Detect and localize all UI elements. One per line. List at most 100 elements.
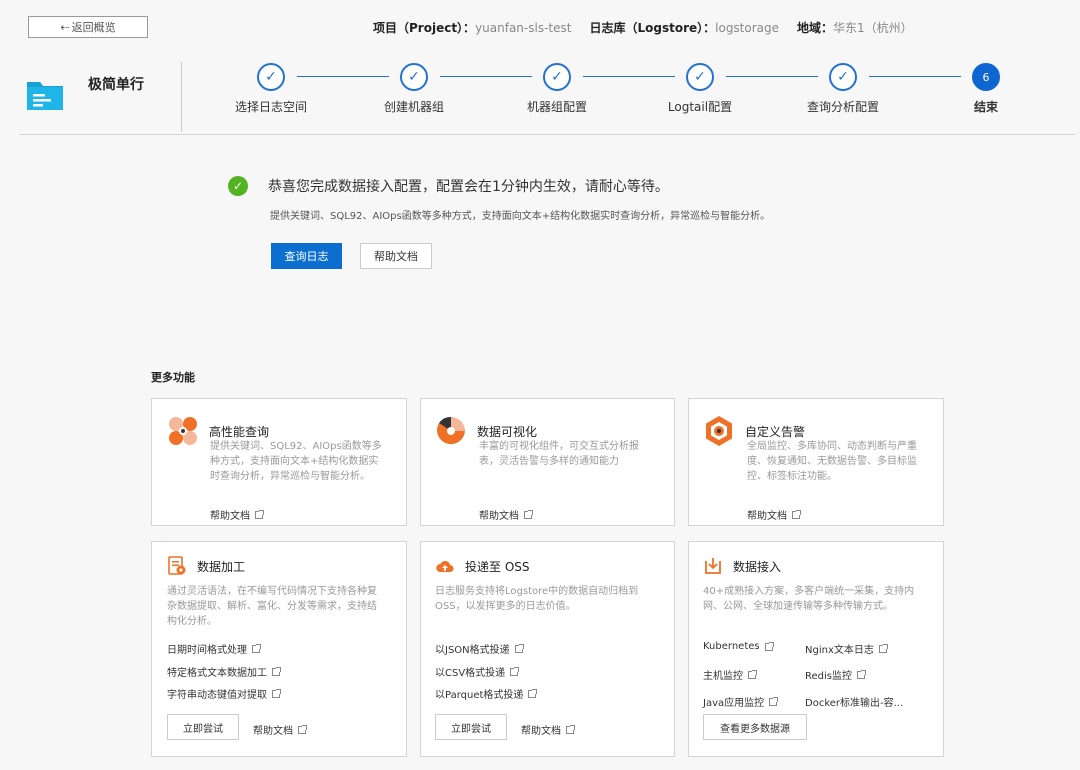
- download-icon: [703, 556, 723, 576]
- link-label: 帮助文档: [747, 511, 787, 522]
- card-link[interactable]: 以Parquet格式投递: [435, 686, 538, 701]
- card-title: 投递至 OSS: [465, 559, 530, 574]
- source-link-java[interactable]: Java应用监控: [703, 694, 779, 709]
- step-label: 选择日志空间: [234, 100, 307, 114]
- card-title: 数据接入: [733, 559, 782, 574]
- brand: 极简单行: [26, 74, 144, 112]
- link-label: 帮助文档: [210, 511, 250, 522]
- card-link[interactable]: 字符串动态键值对提取: [167, 686, 281, 701]
- query-icon: [167, 415, 199, 447]
- check-icon: ✓: [543, 63, 571, 91]
- link-label: 字符串动态键值对提取: [167, 690, 267, 701]
- card-title: 数据可视化: [477, 424, 538, 439]
- desc-line: 表，灵活告警与多样的通知能力: [479, 456, 619, 467]
- desc-line: 日志服务支持将Logstore中的数据自动归档到: [435, 586, 639, 597]
- external-link-icon: [764, 641, 774, 651]
- more-sources-button[interactable]: 查看更多数据源: [703, 714, 807, 740]
- card-deliver-oss: 投递至 OSS 日志服务支持将Logstore中的数据自动归档到 OSS，以发挥…: [420, 541, 675, 757]
- source-link-redis[interactable]: Redis监控: [805, 667, 866, 682]
- step-2: ✓ 创建机器组: [354, 63, 474, 115]
- desc-line: 种方式，支持面向文本+结构化数据实: [210, 456, 379, 467]
- card-head: 数据加工: [167, 556, 245, 576]
- external-link-icon: [514, 643, 524, 653]
- logstore-value: logstorage: [715, 21, 780, 35]
- logstore-key: 日志库（Logstore）：: [589, 21, 716, 35]
- card-link[interactable]: 特定格式文本数据加工: [167, 664, 281, 679]
- try-now-button[interactable]: 立即尝试: [435, 714, 507, 740]
- card-data-ingestion: 数据接入 40+成熟接入方案，多客户端统一采集，支持内 网、公网、全球加速传输等…: [688, 541, 944, 757]
- help-docs-link[interactable]: 帮助文档: [479, 507, 533, 522]
- desc-line: 度、恢复通知、无数据告警、多目标监: [747, 456, 917, 467]
- link-label: Java应用监控: [703, 698, 765, 709]
- step-6: 6 结束: [926, 63, 1046, 115]
- link-label: 帮助文档: [253, 726, 293, 737]
- step-1: ✓ 选择日志空间: [211, 63, 331, 115]
- card-description: 提供关键词、SQL92、AIOps函数等多 种方式，支持面向文本+结构化数据实 …: [210, 439, 382, 484]
- external-link-icon: [524, 509, 533, 519]
- card-data-processing: 数据加工 通过灵活语法，在不编写代码情况下支持各种复 杂数据提取、解析、富化、分…: [151, 541, 407, 757]
- success-title: 恭喜您完成数据接入配置，配置会在1分钟内生效，请耐心等待。: [268, 179, 669, 195]
- success-subtitle: 提供关键词、SQL92、AIOps函数等多种方式，支持面向文本+结构化数据实时查…: [270, 211, 771, 222]
- success-check-icon: ✓: [228, 176, 248, 196]
- step-4: ✓ Logtail配置: [640, 63, 760, 115]
- alert-icon: [703, 415, 735, 447]
- external-link-icon: [272, 666, 281, 676]
- query-logs-button[interactable]: 查询日志: [271, 243, 342, 269]
- desc-line: 全局监控、多库协同、动态判断与严重: [747, 441, 917, 452]
- check-icon: ✓: [257, 63, 285, 91]
- card-link[interactable]: 以CSV格式投递: [435, 664, 520, 679]
- more-features-title: 更多功能: [151, 371, 195, 384]
- link-label: 帮助文档: [479, 511, 519, 522]
- source-link-kubernetes[interactable]: Kubernetes: [703, 641, 774, 652]
- card-high-performance-query: 高性能查询 提供关键词、SQL92、AIOps函数等多 种方式，支持面向文本+结…: [151, 398, 407, 526]
- step-label: 结束: [973, 100, 998, 114]
- help-docs-link[interactable]: 帮助文档: [521, 722, 575, 737]
- card-custom-alert: 自定义告警 全局监控、多库协同、动态判断与严重 度、恢复通知、无数据告警、多目标…: [688, 398, 944, 526]
- card-description: 全局监控、多库协同、动态判断与严重 度、恢复通知、无数据告警、多目标监 控、标签…: [747, 439, 917, 484]
- external-link-icon: [510, 666, 520, 676]
- project-key: 项目（Project）：: [373, 21, 476, 35]
- check-icon: ✓: [686, 63, 714, 91]
- back-label: 返回概览: [71, 21, 116, 34]
- source-link-host[interactable]: 主机监控: [703, 667, 757, 682]
- card-link[interactable]: 日期时间格式处理: [167, 641, 261, 656]
- external-link-icon: [769, 696, 779, 706]
- card-title: 高性能查询: [209, 424, 270, 439]
- desc-line: 提供关键词、SQL92、AIOps函数等多: [210, 441, 382, 452]
- card-title: 自定义告警: [745, 424, 806, 439]
- source-link-nginx[interactable]: Nginx文本日志: [805, 641, 888, 656]
- link-label: Redis监控: [805, 671, 852, 682]
- check-icon: ✓: [829, 63, 857, 91]
- link-label: 以Parquet格式投递: [435, 690, 524, 701]
- external-link-icon: [528, 688, 538, 698]
- card-description: 40+成熟接入方案，多客户端统一采集，支持内 网、公网、全球加速传输等多种传输方…: [703, 584, 914, 614]
- try-now-button[interactable]: 立即尝试: [167, 714, 239, 740]
- card-link[interactable]: 以JSON格式投递: [435, 641, 524, 656]
- step-5: ✓ 查询分析配置: [783, 63, 903, 115]
- link-label: Docker标准输出-容...: [805, 698, 904, 709]
- card-head: 投递至 OSS: [435, 556, 530, 576]
- folder-icon: [26, 74, 64, 112]
- help-docs-link[interactable]: 帮助文档: [210, 507, 264, 522]
- external-link-icon: [255, 509, 264, 519]
- back-to-overview-button[interactable]: ⇠ 返回概览: [28, 16, 148, 38]
- step-3: ✓ 机器组配置: [497, 63, 617, 115]
- cloud-upload-icon: [435, 556, 455, 576]
- external-link-icon: [857, 669, 866, 679]
- check-icon: ✓: [400, 63, 428, 91]
- card-description: 通过灵活语法，在不编写代码情况下支持各种复 杂数据提取、解析、富化、分发等需求，…: [167, 584, 377, 629]
- card-description: 日志服务支持将Logstore中的数据自动归档到 OSS，以发挥更多的日志价值。: [435, 584, 638, 614]
- help-docs-link[interactable]: 帮助文档: [253, 722, 307, 737]
- step-label: Logtail配置: [667, 100, 733, 114]
- success-message: ✓ 恭喜您完成数据接入配置，配置会在1分钟内生效，请耐心等待。: [228, 176, 669, 196]
- card-title: 数据加工: [197, 559, 246, 574]
- external-link-icon: [272, 688, 281, 698]
- help-docs-link[interactable]: 帮助文档: [747, 507, 801, 522]
- link-label: 以CSV格式投递: [435, 668, 506, 679]
- source-link-docker[interactable]: Docker标准输出-容...: [805, 694, 903, 709]
- desc-line: 构化分析。: [167, 616, 217, 627]
- help-docs-button[interactable]: 帮助文档: [360, 243, 432, 269]
- card-data-visualization: 数据可视化 丰富的可视化组件，可交互式分析报 表，灵活告警与多样的通知能力 帮助…: [420, 398, 675, 526]
- link-label: Nginx文本日志: [805, 645, 874, 656]
- link-label: 日期时间格式处理: [167, 645, 247, 656]
